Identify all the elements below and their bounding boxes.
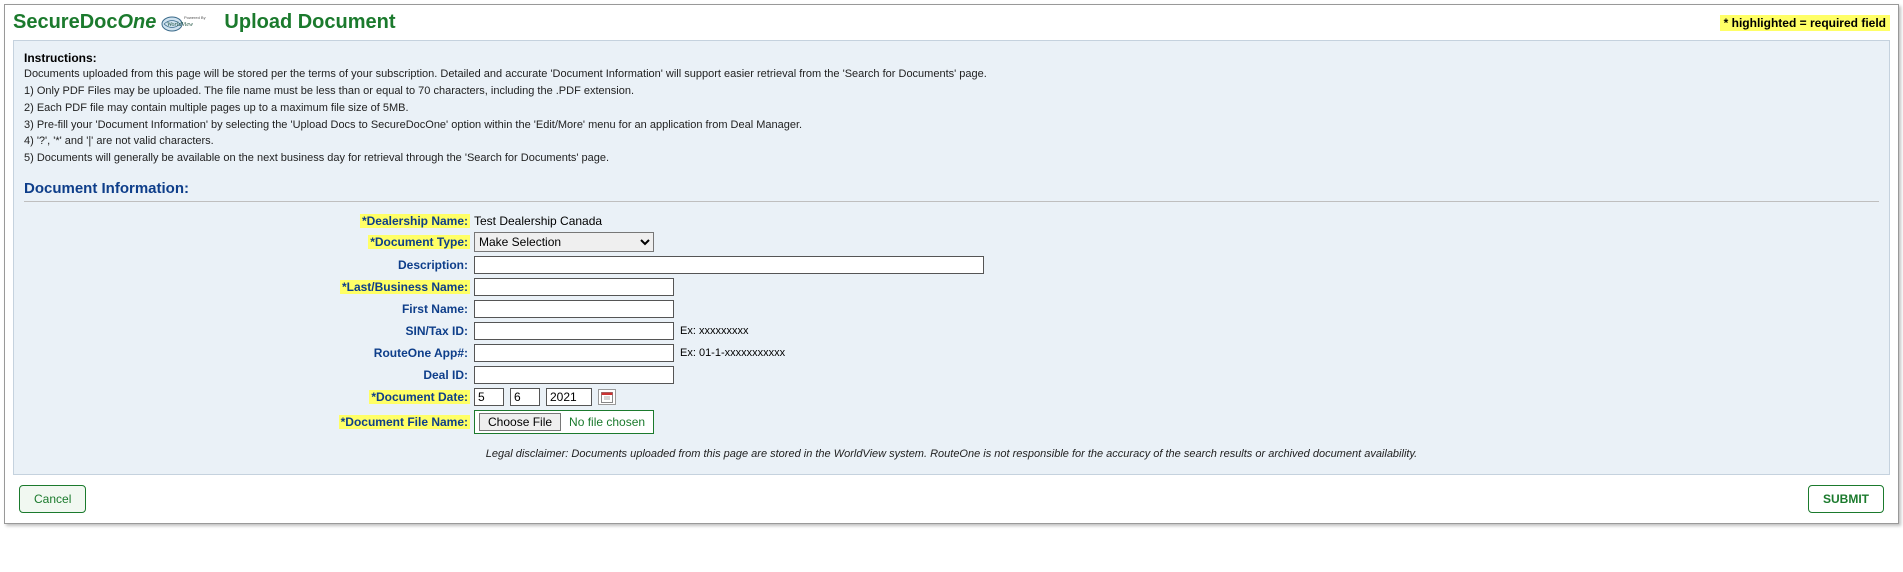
label-sin-tax: SIN/Tax ID: [404,324,470,338]
file-picker[interactable]: Choose File No file chosen [474,410,654,434]
row-document-date: *Document Date: [324,386,1879,408]
page-container: SecureDocOne WorldView Powered By Upload… [4,4,1899,524]
brand-prefix: SecureDoc [13,11,118,33]
label-first-name: First Name: [400,302,470,316]
date-day-input[interactable] [474,388,504,406]
date-month-input[interactable] [510,388,540,406]
hint-sin-tax: Ex: xxxxxxxxx [680,325,748,337]
date-year-input[interactable] [546,388,592,406]
routeone-app-input[interactable] [474,344,674,362]
file-status-text: No file chosen [569,415,645,429]
instructions-line-5: 5) Documents will generally be available… [24,151,1879,166]
instructions-intro: Documents uploaded from this page will b… [24,67,1879,82]
calendar-icon[interactable] [598,389,616,405]
worldview-logo-icon: WorldView Powered By [160,13,218,33]
last-business-input[interactable] [474,278,674,296]
footer-row: Cancel SUBMIT [13,485,1890,513]
row-description: Description: [324,254,1879,276]
label-deal-id: Deal ID: [421,368,470,382]
row-sin-tax: SIN/Tax ID: Ex: xxxxxxxxx [324,320,1879,342]
hint-routeone-app: Ex: 01-1-xxxxxxxxxxx [680,347,785,359]
sin-tax-input[interactable] [474,322,674,340]
deal-id-input[interactable] [474,366,674,384]
svg-text:WorldView: WorldView [167,22,193,28]
label-routeone-app: RouteOne App#: [372,346,470,360]
title-row: SecureDocOne WorldView Powered By Upload… [13,11,1890,34]
row-first-name: First Name: [324,298,1879,320]
row-dealership-name: *Dealership Name: Test Dealership Canada [324,212,1879,230]
row-document-type: *Document Type: Make Selection [324,230,1879,254]
label-dealership-name: *Dealership Name: [360,214,470,228]
page-title: Upload Document [224,11,395,34]
row-document-file: *Document File Name: Choose File No file… [324,408,1879,436]
required-field-note: * highlighted = required field [1720,15,1890,31]
title-left: SecureDocOne WorldView Powered By Upload… [13,11,396,34]
value-dealership-name: Test Dealership Canada [474,214,602,228]
svg-text:Powered By: Powered By [184,15,206,20]
row-deal-id: Deal ID: [324,364,1879,386]
label-document-date: *Document Date: [369,390,470,404]
cancel-button[interactable]: Cancel [19,485,86,513]
row-last-business: *Last/Business Name: [324,276,1879,298]
instructions-line-4: 4) '?', '*' and '|' are not valid charac… [24,134,1879,149]
main-panel: Instructions: Documents uploaded from th… [13,40,1890,475]
label-last-business: *Last/Business Name: [340,280,470,294]
submit-button[interactable]: SUBMIT [1808,485,1884,513]
section-title: Document Information: [24,180,1879,197]
choose-file-button[interactable]: Choose File [479,413,561,431]
instructions-header: Instructions: [24,51,1879,65]
section-divider [24,201,1879,202]
instructions-line-1: 1) Only PDF Files may be uploaded. The f… [24,84,1879,99]
description-input[interactable] [474,256,984,274]
label-document-file: *Document File Name: [339,415,470,429]
legal-disclaimer: Legal disclaimer: Documents uploaded fro… [24,448,1879,460]
document-type-select[interactable]: Make Selection [474,232,654,252]
label-document-type: *Document Type: [368,235,470,249]
instructions-line-3: 3) Pre-fill your 'Document Information' … [24,118,1879,133]
form-area: *Dealership Name: Test Dealership Canada… [324,212,1879,436]
row-routeone-app: RouteOne App#: Ex: 01-1-xxxxxxxxxxx [324,342,1879,364]
instructions-line-2: 2) Each PDF file may contain multiple pa… [24,101,1879,116]
brand: SecureDocOne [13,11,156,34]
first-name-input[interactable] [474,300,674,318]
label-description: Description: [396,258,470,272]
brand-suffix: One [118,11,157,33]
